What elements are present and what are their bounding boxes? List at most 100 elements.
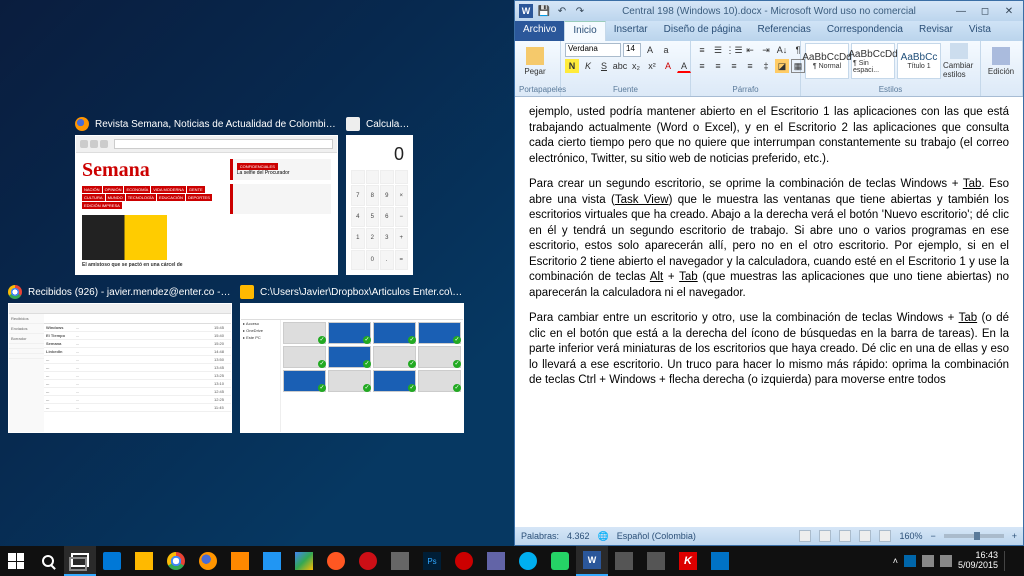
search-button[interactable] xyxy=(32,546,64,576)
superscript-button[interactable]: x² xyxy=(645,59,659,73)
close-button[interactable]: ✕ xyxy=(999,6,1019,17)
calculator-icon xyxy=(346,117,360,131)
notepad-icon[interactable] xyxy=(384,546,416,576)
highlight-button[interactable]: A xyxy=(661,59,675,73)
underline-button[interactable]: S xyxy=(597,59,611,73)
zoom-slider[interactable] xyxy=(944,534,1004,538)
zoom-in-button[interactable]: + xyxy=(1012,531,1017,541)
window-thumbnail[interactable]: Semana NACIÓNOPINIÓNECONOMÍAVIDA MODERNA… xyxy=(75,135,338,275)
explorer-files: ✓ ✓ ✓ ✓ ✓ ✓ ✓ ✓ ✓ ✓ ✓ ✓ xyxy=(281,320,463,432)
style-heading1[interactable]: AaBbCcTítulo 1 xyxy=(897,43,941,79)
itunes-icon[interactable] xyxy=(320,546,352,576)
align-right-button[interactable]: ≡ xyxy=(727,59,741,73)
align-center-button[interactable]: ≡ xyxy=(711,59,725,73)
style-normal[interactable]: AaBbCcDd¶ Normal xyxy=(805,43,849,79)
tab-layout[interactable]: Diseño de página xyxy=(656,21,750,41)
grow-font-icon[interactable]: A xyxy=(643,43,657,57)
tray-icon[interactable] xyxy=(922,555,934,567)
file-explorer-icon[interactable] xyxy=(128,546,160,576)
view-draft-icon[interactable] xyxy=(879,530,891,542)
play-music-icon[interactable] xyxy=(256,546,288,576)
italic-button[interactable]: K xyxy=(581,59,595,73)
minimize-button[interactable]: — xyxy=(951,6,971,17)
tab-view[interactable]: Vista xyxy=(961,21,999,41)
change-styles-button[interactable]: Cambiar estilos xyxy=(943,43,975,79)
show-desktop-button[interactable] xyxy=(1004,551,1016,571)
maximize-button[interactable]: ◻ xyxy=(975,6,995,17)
indent-dec-button[interactable]: ⇤ xyxy=(743,43,757,57)
view-full-screen-icon[interactable] xyxy=(819,530,831,542)
zoom-out-button[interactable]: − xyxy=(930,531,935,541)
volume-icon[interactable] xyxy=(940,555,952,567)
word-count-label[interactable]: Palabras: xyxy=(521,531,559,541)
clock[interactable]: 16:43 5/09/2015 xyxy=(958,551,998,571)
browser-toolbar xyxy=(9,304,231,314)
task-view-window-explorer[interactable]: C:\Users\Javier\Dropbox\Articulos Enter.… xyxy=(240,285,464,435)
tab-home[interactable]: Inicio xyxy=(564,21,605,41)
dragon-icon[interactable] xyxy=(448,546,480,576)
word-count[interactable]: 4.362 xyxy=(567,531,590,541)
view-web-icon[interactable] xyxy=(839,530,851,542)
task-view-window-firefox[interactable]: Revista Semana, Noticias de Actualidad d… xyxy=(75,117,338,277)
window-thumbnail[interactable]: ▸ Acceso▸ OneDrive▸ Este PC ✓ ✓ ✓ ✓ ✓ ✓ … xyxy=(240,303,464,433)
bold-button[interactable]: N xyxy=(565,59,579,73)
view-print-layout-icon[interactable] xyxy=(799,530,811,542)
language[interactable]: Español (Colombia) xyxy=(617,531,696,541)
line-spacing-button[interactable]: ‡ xyxy=(759,59,773,73)
tab-review[interactable]: Revisar xyxy=(911,21,961,41)
task-view-window-calculator[interactable]: Calculadora 0 789× 456− 123+ 0.= xyxy=(346,117,413,277)
word-icon[interactable]: W xyxy=(519,4,533,18)
edge-icon[interactable] xyxy=(96,546,128,576)
window-thumbnail[interactable]: RecibidosEnviadosBorrador Windows...15:4… xyxy=(8,303,232,433)
font-name-select[interactable]: Verdana xyxy=(565,43,621,57)
font-color-button[interactable]: A xyxy=(677,59,691,73)
task-view-button[interactable] xyxy=(64,546,96,576)
window-thumbnail[interactable]: 0 789× 456− 123+ 0.= xyxy=(346,135,413,275)
paste-button[interactable]: Pegar xyxy=(519,43,551,79)
shading-button[interactable]: ◪ xyxy=(775,59,789,73)
google-drive-icon[interactable] xyxy=(288,546,320,576)
editing-button[interactable]: Edición xyxy=(985,43,1017,79)
strike-button[interactable]: abc xyxy=(613,59,627,73)
justify-button[interactable]: ≡ xyxy=(743,59,757,73)
indent-inc-button[interactable]: ⇥ xyxy=(759,43,773,57)
font-size-select[interactable]: 14 xyxy=(623,43,641,57)
bullets-button[interactable]: ≡ xyxy=(695,43,709,57)
align-left-button[interactable]: ≡ xyxy=(695,59,709,73)
tray-icon[interactable] xyxy=(904,555,916,567)
kaspersky-icon[interactable]: K xyxy=(672,546,704,576)
opera-icon[interactable] xyxy=(352,546,384,576)
outlook-icon[interactable] xyxy=(704,546,736,576)
document-body[interactable]: ejemplo, usted podría mantener abierto e… xyxy=(515,97,1023,527)
word-running-icon[interactable]: W xyxy=(576,546,608,576)
numbering-button[interactable]: ☰ xyxy=(711,43,725,57)
whatsapp-icon[interactable] xyxy=(544,546,576,576)
sort-button[interactable]: A↓ xyxy=(775,43,789,57)
language-icon[interactable]: 🌐 xyxy=(598,531,609,542)
tab-references[interactable]: Referencias xyxy=(749,21,818,41)
start-button[interactable] xyxy=(0,546,32,576)
undo-icon[interactable]: ↶ xyxy=(555,4,569,18)
view-outline-icon[interactable] xyxy=(859,530,871,542)
winamp-icon[interactable] xyxy=(224,546,256,576)
style-no-spacing[interactable]: AaBbCcDd¶ Sin espaci... xyxy=(851,43,895,79)
zoom-level[interactable]: 160% xyxy=(899,531,922,541)
firefox-icon[interactable] xyxy=(192,546,224,576)
chrome-icon[interactable] xyxy=(160,546,192,576)
teams-icon[interactable] xyxy=(480,546,512,576)
tab-file[interactable]: Archivo xyxy=(515,21,564,41)
shrink-font-icon[interactable]: a xyxy=(659,43,673,57)
skype-icon[interactable] xyxy=(512,546,544,576)
redo-icon[interactable]: ↷ xyxy=(573,4,587,18)
tab-mailings[interactable]: Correspondencia xyxy=(819,21,911,41)
multilevel-button[interactable]: ⋮☰ xyxy=(727,43,741,57)
tray-overflow-icon[interactable]: ˄ xyxy=(893,556,898,566)
photoshop-icon[interactable]: Ps xyxy=(416,546,448,576)
subscript-button[interactable]: x₂ xyxy=(629,59,643,73)
save-icon[interactable]: 💾 xyxy=(537,4,551,18)
app-icon[interactable] xyxy=(608,546,640,576)
window-header: C:\Users\Javier\Dropbox\Articulos Enter.… xyxy=(240,285,464,299)
tab-insert[interactable]: Insertar xyxy=(606,21,656,41)
task-view-window-gmail[interactable]: Recibidos (926) - javier.mendez@enter.co… xyxy=(8,285,232,435)
app-icon[interactable] xyxy=(640,546,672,576)
